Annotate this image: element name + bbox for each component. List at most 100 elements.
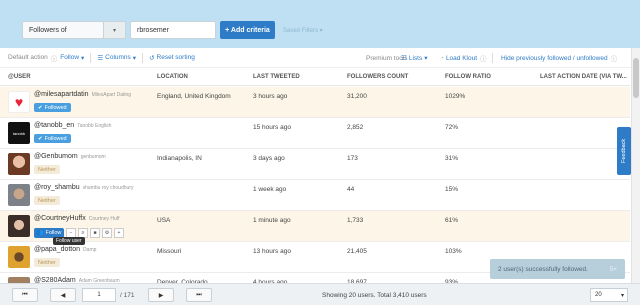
table-row[interactable]: @Genbumom genbumom Neither Indianapolis, … [0, 149, 630, 180]
lists-button[interactable]: Lists [409, 55, 422, 62]
check-icon: ✔ [38, 135, 43, 142]
chevron-down-icon: ▾ [81, 54, 85, 62]
divider [90, 52, 92, 63]
saved-filters-link[interactable]: Saved Filters ▾ [283, 27, 323, 34]
column-header-user[interactable]: @USER [8, 74, 31, 80]
pagination-bar: ⏮ ◀ 1 / 171 ▶ ⏭ Showing 20 users. Total … [0, 283, 640, 305]
criteria-value-input[interactable]: rbrosemer [130, 21, 216, 39]
gear-icon[interactable]: ⚙ [102, 228, 112, 238]
last-tweeted-cell: 1 week ago [253, 186, 287, 193]
column-header-last-tweeted[interactable]: LAST TWEETED [253, 74, 300, 80]
avatar[interactable] [8, 246, 30, 268]
user-handle[interactable]: @Genbumom [34, 153, 78, 160]
prev-page-button[interactable]: ◀ [50, 288, 76, 302]
pagination-info: Showing 20 users. Total 3,410 users [322, 292, 427, 299]
last-tweeted-cell: 3 hours ago [253, 93, 288, 100]
klout-icon: ◔ [440, 54, 444, 62]
user-fullname: Damp [83, 247, 97, 253]
scrollbar[interactable] [631, 48, 640, 283]
avatar[interactable]: tanobb [8, 122, 30, 144]
status-badge: ✔ Followed [34, 134, 71, 143]
default-action-label: Default action [8, 54, 48, 61]
reset-sorting-button[interactable]: Reset sorting [157, 54, 195, 61]
hide-previously-toggle[interactable]: Hide previously followed / unfollowed [501, 55, 608, 62]
user-fullname: genbumom [80, 154, 106, 160]
ratio-cell: 72% [445, 124, 459, 131]
columns-button[interactable]: Columns [105, 54, 131, 61]
followers-cell: 2,852 [347, 124, 364, 131]
followers-cell: 31,200 [347, 93, 367, 100]
ratio-cell: 31% [445, 155, 459, 162]
table-row[interactable]: @roy_shambu shambu roy choudhury Neither … [0, 180, 630, 211]
last-tweeted-cell: 1 minute ago [253, 217, 291, 224]
toolbar: Default action ⓘ Follow ▾ ☰ Columns ▾ ↺ … [0, 48, 640, 68]
location-cell: Missouri [157, 248, 182, 255]
last-tweeted-cell: 15 hours ago [253, 124, 291, 131]
last-tweeted-cell: 13 hours ago [253, 248, 291, 255]
ratio-cell: 1029% [445, 93, 466, 100]
default-action-select[interactable]: Follow [60, 54, 79, 61]
add-criteria-button[interactable]: + Add criteria [220, 21, 275, 39]
user-handle[interactable]: @roy_shambu [34, 184, 80, 191]
location-cell: England, United Kingdom [157, 93, 231, 100]
user-fullname: Courtney Huff [88, 216, 120, 222]
chevron-down-icon: ▾ [424, 55, 428, 62]
check-icon: ✔ [38, 104, 43, 111]
avatar[interactable] [8, 184, 30, 206]
last-page-button[interactable]: ⏭ [186, 288, 212, 302]
follow-tooltip: Follow user [53, 237, 85, 245]
feedback-tab[interactable]: Feedback [617, 127, 631, 175]
columns-icon: ☰ [97, 54, 104, 62]
page-total: / 171 [120, 292, 135, 299]
load-klout-button[interactable]: Load Klout [446, 55, 477, 62]
ratio-cell: 15% [445, 186, 459, 193]
table-header: @USER LOCATION LAST TWEETED FOLLOWERS CO… [0, 68, 630, 86]
chevron-down-icon[interactable]: ▾ [104, 21, 126, 39]
avatar[interactable] [8, 153, 30, 175]
reset-icon: ↺ [149, 54, 155, 62]
column-header-followers-count[interactable]: FOLLOWERS COUNT [347, 74, 408, 80]
first-page-button[interactable]: ⏮ [12, 288, 38, 302]
status-badge: ✔ Followed [34, 103, 71, 112]
lists-icon: ☷ [401, 55, 407, 62]
column-header-follow-ratio[interactable]: FOLLOW RATIO [445, 74, 491, 80]
column-header-last-action-date[interactable]: LAST ACTION DATE (VIA TW... [540, 74, 627, 80]
page-number-input[interactable]: 1 [82, 288, 116, 302]
user-fullname: MilesApart Dating [91, 92, 132, 98]
divider [142, 52, 144, 63]
info-icon: ⓘ [610, 56, 618, 63]
divider [492, 53, 493, 63]
followers-cell: 21,405 [347, 248, 367, 255]
user-handle[interactable]: @tanobb_en [34, 122, 74, 129]
user-handle[interactable]: @papa_dotton [34, 246, 80, 253]
success-toast: 2 user(s) successfully followed. 5× [490, 259, 625, 279]
search-bar: Followers of ▾ rbrosemer + Add criteria … [0, 0, 640, 48]
user-fullname: shambu roy choudhury [82, 185, 134, 191]
avatar[interactable] [8, 215, 30, 237]
info-icon: ⓘ [480, 56, 487, 63]
followers-cell: 44 [347, 186, 355, 193]
ratio-cell: 61% [445, 217, 459, 224]
chevron-down-icon: ▾ [620, 292, 624, 299]
avatar[interactable]: ♥ [8, 91, 30, 113]
user-fullname: Tanobb English [77, 123, 112, 129]
table-row[interactable]: @CourtneyHuffx Courtney Huff 👥 Follow − ≡ … [0, 211, 630, 242]
next-page-button[interactable]: ▶ [148, 288, 174, 302]
scrollbar-thumb[interactable] [633, 58, 639, 98]
location-cell: USA [157, 217, 171, 224]
close-icon[interactable]: 5× [610, 266, 617, 273]
status-badge: Neither [34, 258, 60, 267]
table-row[interactable]: ♥ @milesapartdatin MilesApart Dating ✔ Fol… [0, 87, 630, 118]
table-row[interactable]: tanobb @tanobb_en Tanobb English ✔ Followe… [0, 118, 630, 149]
column-header-location[interactable]: LOCATION [157, 74, 188, 80]
user-handle[interactable]: @CourtneyHuffx [34, 215, 86, 222]
criteria-type-select[interactable]: Followers of [22, 21, 104, 39]
user-handle[interactable]: @milesapartdatin [34, 91, 89, 98]
lock-icon[interactable]: ■ [90, 228, 100, 238]
followers-cell: 1,733 [347, 217, 364, 224]
info-icon: ⓘ [50, 55, 58, 63]
status-badge: Neither [34, 165, 60, 174]
location-cell: Indianapolis, IN [157, 155, 202, 162]
page-size-select[interactable]: 20 ▾ [590, 288, 628, 302]
plus-icon[interactable]: + [114, 228, 124, 238]
